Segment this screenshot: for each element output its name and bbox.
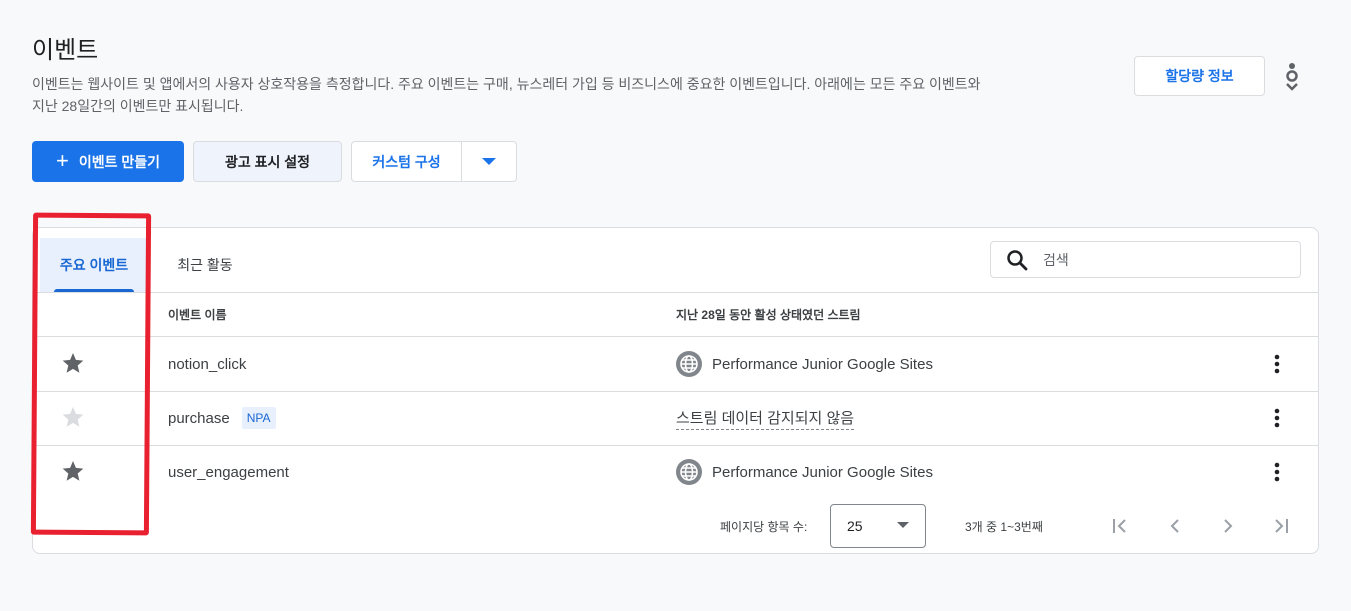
no-stream-data-text[interactable]: 스트림 데이터 감지되지 않음 xyxy=(676,407,855,430)
event-name[interactable]: notion_click xyxy=(168,356,246,373)
table-row: notion_click Performance Junior Google S… xyxy=(33,337,1318,391)
search-input[interactable] xyxy=(1043,251,1300,268)
stream-cell: Performance Junior Google Sites xyxy=(676,445,933,499)
event-name-cell: user_engagement xyxy=(168,445,289,499)
star-icon[interactable] xyxy=(61,351,85,375)
custom-config-button[interactable]: 커스텀 구성 xyxy=(352,142,462,181)
first-page-icon xyxy=(1113,519,1126,533)
custom-config-dropdown[interactable] xyxy=(462,142,516,181)
column-header-streams: 지난 28일 동안 활성 상태였던 스트림 xyxy=(676,307,861,322)
event-name-cell: purchase NPA xyxy=(168,391,276,445)
plus-icon: + xyxy=(55,147,69,173)
globe-icon xyxy=(676,459,702,485)
stream-name: Performance Junior Google Sites xyxy=(712,355,933,373)
custom-config-split-button: 커스텀 구성 xyxy=(351,141,517,182)
page-description: 이벤트는 웹사이트 및 앱에서의 사용자 상호작용을 측정합니다. 주요 이벤트… xyxy=(32,73,1122,117)
arrow-drop-down-icon xyxy=(482,157,496,165)
table-row: purchase NPA 스트림 데이터 감지되지 않음 xyxy=(33,391,1318,445)
description-line-2: 지난 28일간의 이벤트만 표시됩니다. xyxy=(32,98,244,114)
ad-display-settings-button[interactable]: 광고 표시 설정 xyxy=(193,141,342,182)
create-event-button[interactable]: + 이벤트 만들기 xyxy=(32,141,184,182)
page-title: 이벤트 xyxy=(32,37,99,64)
star-outline-icon[interactable] xyxy=(61,405,85,429)
npa-badge: NPA xyxy=(241,407,276,429)
more-vert-icon xyxy=(1274,408,1280,428)
next-page-button[interactable] xyxy=(1216,514,1240,538)
items-per-page-label: 페이지당 항목 수: xyxy=(720,520,808,534)
row-more-button[interactable] xyxy=(1265,458,1289,486)
search-icon xyxy=(991,249,1043,271)
search-box xyxy=(990,241,1301,278)
quota-info-button[interactable]: 할당량 정보 xyxy=(1134,56,1265,96)
first-page-button[interactable] xyxy=(1108,514,1132,538)
create-event-label: 이벤트 만들기 xyxy=(78,153,161,170)
last-page-button[interactable] xyxy=(1269,514,1293,538)
globe-icon xyxy=(676,351,702,377)
more-vert-icon xyxy=(1274,462,1280,482)
tab-recent-activity[interactable]: 최근 활동 xyxy=(155,238,255,292)
event-name-cell: notion_click xyxy=(168,337,246,391)
last-page-icon xyxy=(1275,519,1288,533)
tab-recent-activity-label: 최근 활동 xyxy=(177,257,233,273)
arrow-drop-down-icon xyxy=(897,522,909,528)
chevron-left-icon xyxy=(1170,519,1179,533)
items-per-page-select[interactable]: 25 xyxy=(830,504,926,548)
column-header-event-name: 이벤트 이름 xyxy=(168,307,227,322)
more-vert-icon xyxy=(1286,63,1298,91)
page-range-text: 3개 중 1~3번째 xyxy=(965,520,1043,534)
tab-key-events-label: 주요 이벤트 xyxy=(59,257,129,273)
chevron-right-icon xyxy=(1224,519,1233,533)
stream-cell: 스트림 데이터 감지되지 않음 xyxy=(676,391,855,445)
more-options-button[interactable] xyxy=(1280,60,1304,92)
star-icon[interactable] xyxy=(61,459,85,483)
stream-cell: Performance Junior Google Sites xyxy=(676,337,933,391)
event-name[interactable]: user_engagement xyxy=(168,464,289,481)
event-name[interactable]: purchase xyxy=(168,410,230,427)
stream-name: Performance Junior Google Sites xyxy=(712,463,933,481)
items-per-page-value: 25 xyxy=(847,518,863,534)
row-more-button[interactable] xyxy=(1265,350,1289,378)
table-row: user_engagement Performance Junior Googl… xyxy=(33,445,1318,499)
events-card: 주요 이벤트 최근 활동 이벤트 이름 지난 28일 동안 활성 상태였던 스트… xyxy=(32,227,1319,554)
previous-page-button[interactable] xyxy=(1163,514,1187,538)
description-line-1: 이벤트는 웹사이트 및 앱에서의 사용자 상호작용을 측정합니다. 주요 이벤트… xyxy=(32,76,981,92)
tab-key-events[interactable]: 주요 이벤트 xyxy=(40,238,148,292)
row-more-button[interactable] xyxy=(1265,404,1289,432)
more-vert-icon xyxy=(1274,354,1280,374)
